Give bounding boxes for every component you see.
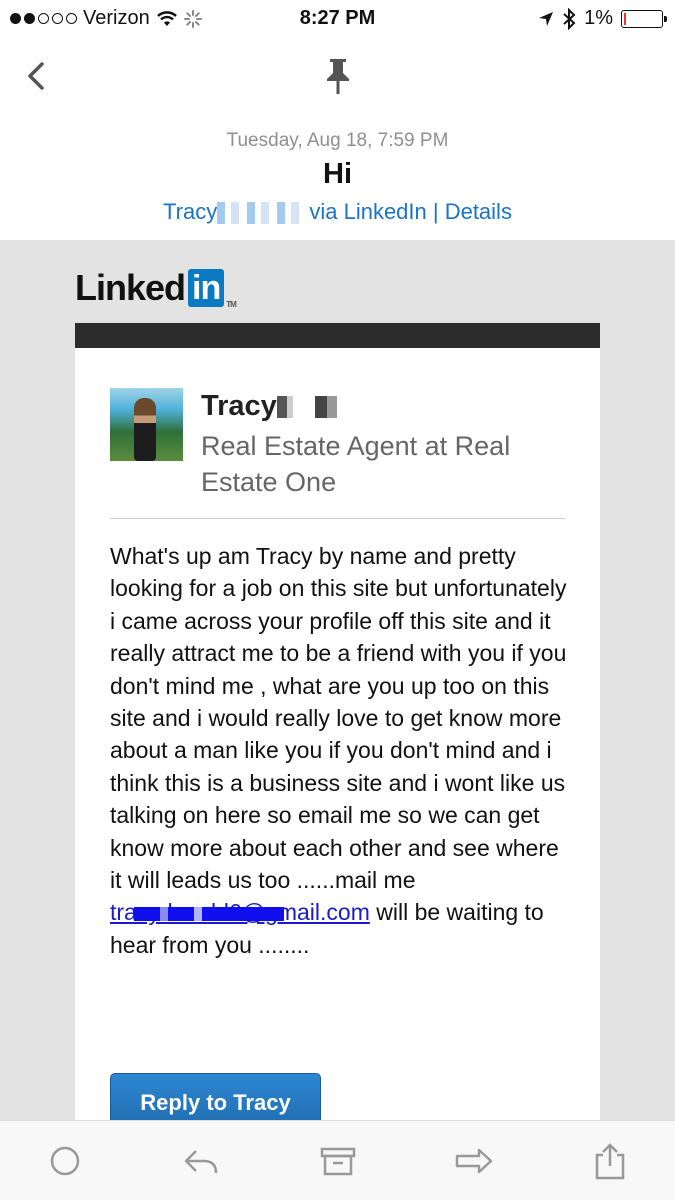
redacted-surname (276, 396, 367, 419)
email-address-link[interactable]: tracydonald6@gmail.com (110, 899, 370, 925)
bottom-toolbar (0, 1120, 675, 1200)
redacted-name (217, 202, 304, 225)
circle-icon[interactable] (45, 1141, 85, 1181)
sender-suffix-link[interactable]: via LinkedIn | Details (309, 199, 512, 224)
chevron-left-icon[interactable] (20, 58, 56, 94)
sender-line[interactable]: Tracy via LinkedIn | Details (163, 199, 512, 225)
divider (110, 518, 565, 519)
message-text: What's up am Tracy by name and pretty lo… (110, 543, 567, 958)
email-body: Linked in TM Tracy Real Estate Agent at … (0, 240, 675, 1120)
forward-icon[interactable] (453, 1141, 493, 1181)
sender-headline: Real Estate Agent at Real Estate One (201, 431, 511, 497)
message-header: Tuesday, Aug 18, 7:59 PM Hi Tracy via Li… (0, 122, 675, 240)
navigation-bar (0, 40, 675, 120)
pin-icon[interactable] (320, 56, 356, 96)
reply-button[interactable]: Reply to Tracy (110, 1073, 321, 1120)
linkedin-logo: Linked in TM (75, 267, 237, 309)
header-bar (75, 323, 600, 348)
status-bar: Verizon 8:27 PM 1% (0, 0, 675, 40)
battery-percentage: 1% (584, 7, 613, 29)
battery-icon (621, 9, 667, 28)
share-icon[interactable] (590, 1141, 630, 1181)
reply-icon[interactable] (180, 1141, 220, 1181)
redaction-mark (134, 907, 284, 922)
avatar[interactable] (110, 388, 183, 461)
location-arrow-icon (539, 11, 554, 26)
message-date: Tuesday, Aug 18, 7:59 PM (226, 130, 449, 151)
message-card: Tracy Real Estate Agent at Real Estate O… (75, 348, 600, 1120)
bluetooth-icon (563, 7, 576, 30)
message-subject: Hi (323, 158, 352, 190)
archive-icon[interactable] (318, 1141, 358, 1181)
sender-name[interactable]: Tracy (201, 390, 367, 423)
sender-name-link[interactable]: Tracy (163, 199, 217, 224)
